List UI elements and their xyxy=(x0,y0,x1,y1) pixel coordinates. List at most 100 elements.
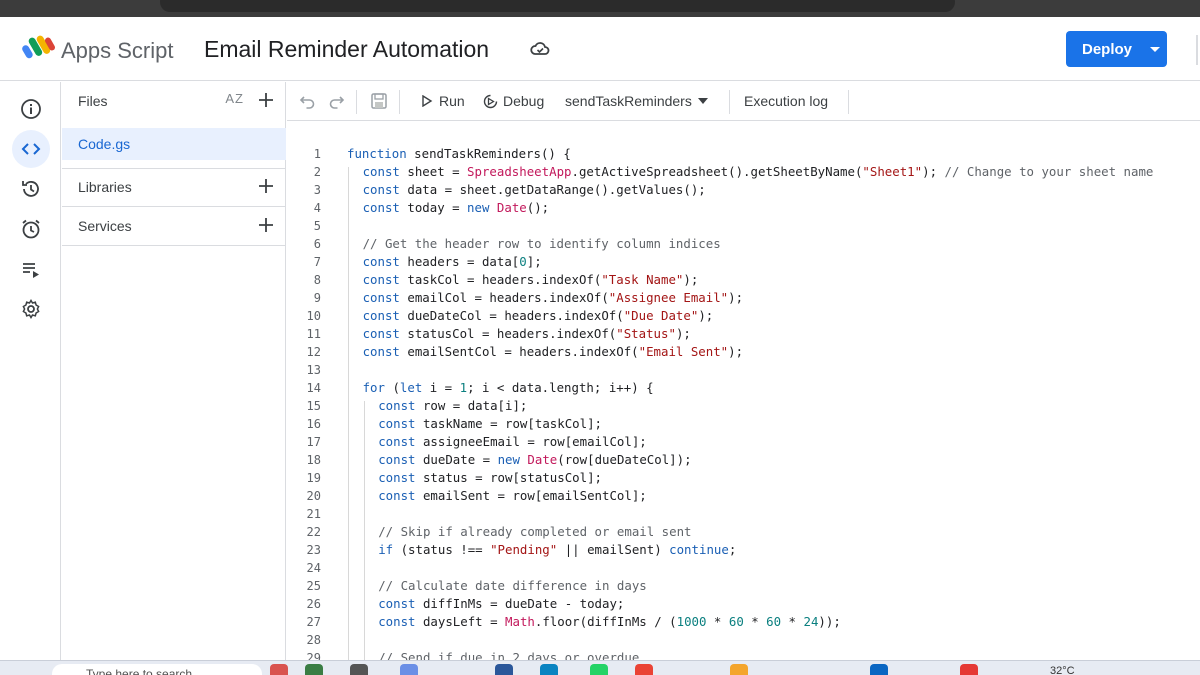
services-row[interactable]: Services xyxy=(62,207,286,245)
code-line[interactable]: 26 const diffInMs = dueDate - today; xyxy=(287,595,1200,613)
rail-editor-button[interactable] xyxy=(12,130,50,168)
add-service-plus-icon[interactable] xyxy=(256,215,276,235)
line-number: 17 xyxy=(306,435,321,449)
line-number: 20 xyxy=(306,489,321,503)
code-text: // Send if due in 2 days or overdue xyxy=(378,650,640,660)
add-file-plus-icon[interactable] xyxy=(256,90,276,110)
code-line[interactable]: 3 const data = sheet.getDataRange().getVa… xyxy=(287,181,1200,199)
code-text: const daysLeft = Math.floor(diffInMs / (… xyxy=(378,614,841,629)
code-line[interactable]: 6 // Get the header row to identify colum… xyxy=(287,235,1200,253)
function-select[interactable]: sendTaskReminders xyxy=(565,93,708,109)
taskbar-app-icon[interactable] xyxy=(540,664,558,675)
code-line[interactable]: 21 xyxy=(287,505,1200,523)
info-icon xyxy=(21,99,41,119)
toolbar-divider xyxy=(848,90,849,114)
files-panel: Files AZ Code.gs Libraries Services xyxy=(62,82,286,660)
code-text: const assigneeEmail = row[emailCol]; xyxy=(378,434,647,449)
code-line[interactable]: 25 // Calculate date difference in days xyxy=(287,577,1200,595)
execution-log-button[interactable]: Execution log xyxy=(744,93,828,109)
code-line[interactable]: 1 function sendTaskReminders() { xyxy=(287,145,1200,163)
code-line[interactable]: 20 const emailSent = row[emailSentCol]; xyxy=(287,487,1200,505)
code-line[interactable]: 2 const sheet = SpreadsheetApp.getActiveS… xyxy=(287,163,1200,181)
taskbar-search-input[interactable]: Type here to search xyxy=(52,664,262,675)
code-text: const statusCol = headers.indexOf("Statu… xyxy=(362,326,691,341)
code-line[interactable]: 4 const today = new Date(); xyxy=(287,199,1200,217)
rail-executions-list-button[interactable] xyxy=(12,250,50,288)
save-icon[interactable] xyxy=(370,92,388,110)
code-text: const taskName = row[taskCol]; xyxy=(378,416,602,431)
redo-icon[interactable] xyxy=(327,92,345,110)
code-text: const taskCol = headers.indexOf("Task Na… xyxy=(362,272,699,287)
code-line[interactable]: 8 const taskCol = headers.indexOf("Task N… xyxy=(287,271,1200,289)
taskbar-app-icon[interactable] xyxy=(730,664,748,675)
file-item-code-gs[interactable]: Code.gs xyxy=(62,128,286,160)
code-line[interactable]: 11 const statusCol = headers.indexOf("Sta… xyxy=(287,325,1200,343)
code-line[interactable]: 13 xyxy=(287,361,1200,379)
files-header: Files AZ xyxy=(62,82,286,120)
taskbar-app-icon[interactable] xyxy=(270,664,288,675)
code-editor[interactable]: 1 function sendTaskReminders() {2 const sh… xyxy=(287,122,1200,660)
taskbar-app-icon[interactable] xyxy=(960,664,978,675)
taskbar-app-icon[interactable] xyxy=(350,664,368,675)
code-line[interactable]: 18 const dueDate = new Date(row[dueDateCo… xyxy=(287,451,1200,469)
code-line[interactable]: 9 const emailCol = headers.indexOf("Assig… xyxy=(287,289,1200,307)
rail-settings-button[interactable] xyxy=(12,290,50,328)
code-text: // Calculate date difference in days xyxy=(378,578,647,593)
code-line[interactable]: 5 xyxy=(287,217,1200,235)
line-number: 28 xyxy=(306,633,321,647)
libraries-row[interactable]: Libraries xyxy=(62,168,286,206)
taskbar-app-icon[interactable] xyxy=(870,664,888,675)
browser-chrome xyxy=(0,0,1200,17)
code-text: const dueDateCol = headers.indexOf("Due … xyxy=(362,308,714,323)
code-text: // Get the header row to identify column… xyxy=(362,236,721,251)
run-button[interactable]: Run xyxy=(421,93,465,109)
line-number: 29 xyxy=(306,651,321,660)
deploy-button-label: Deploy xyxy=(1082,40,1133,58)
code-line[interactable]: 28 xyxy=(287,631,1200,649)
rail-triggers-button[interactable] xyxy=(12,210,50,248)
sort-files-button[interactable]: AZ xyxy=(225,91,244,106)
code-text: // Skip if already completed or email se… xyxy=(378,524,692,539)
code-line[interactable]: 29 // Send if due in 2 days or overdue xyxy=(287,649,1200,660)
debug-button[interactable]: Debug xyxy=(483,93,544,109)
project-title[interactable]: Email Reminder Automation xyxy=(204,36,489,63)
code-line[interactable]: 12 const emailSentCol = headers.indexOf("… xyxy=(287,343,1200,361)
code-line[interactable]: 23 if (status !== "Pending" || emailSent)… xyxy=(287,541,1200,559)
code-text: const headers = data[0]; xyxy=(362,254,542,269)
code-line[interactable]: 22 // Skip if already completed or email … xyxy=(287,523,1200,541)
taskbar-app-icon[interactable] xyxy=(590,664,608,675)
code-line[interactable]: 16 const taskName = row[taskCol]; xyxy=(287,415,1200,433)
code-line[interactable]: 24 xyxy=(287,559,1200,577)
taskbar-app-icon[interactable] xyxy=(495,664,513,675)
rail-executions-button[interactable] xyxy=(12,170,50,208)
app-header: Apps Script Email Reminder Automation De… xyxy=(0,17,1200,81)
cloud-saved-icon xyxy=(530,42,550,55)
code-line[interactable]: 17 const assigneeEmail = row[emailCol]; xyxy=(287,433,1200,451)
rail-overview-button[interactable] xyxy=(12,90,50,128)
list-play-icon xyxy=(23,263,39,278)
code-line[interactable]: 19 const status = row[statusCol]; xyxy=(287,469,1200,487)
address-bar[interactable] xyxy=(160,0,955,12)
brand-name[interactable]: Apps Script xyxy=(61,38,174,64)
taskbar-app-icon[interactable] xyxy=(635,664,653,675)
line-number: 18 xyxy=(306,453,321,467)
left-nav-rail xyxy=(0,82,61,660)
taskbar-app-icon[interactable] xyxy=(400,664,418,675)
code-line[interactable]: 27 const daysLeft = Math.floor(diffInMs /… xyxy=(287,613,1200,631)
taskbar-app-icon[interactable] xyxy=(305,664,323,675)
code-line[interactable]: 10 const dueDateCol = headers.indexOf("Du… xyxy=(287,307,1200,325)
code-line[interactable]: 15 const row = data[i]; xyxy=(287,397,1200,415)
dropdown-triangle-icon xyxy=(697,98,708,104)
deploy-button[interactable]: Deploy xyxy=(1066,31,1167,67)
code-line[interactable]: 7 const headers = data[0]; xyxy=(287,253,1200,271)
line-number: 2 xyxy=(313,165,321,179)
code-line[interactable]: 14 for (let i = 1; i < data.length; i++) … xyxy=(287,379,1200,397)
weather-temperature: 32°C xyxy=(1050,665,1075,675)
code-text: const dueDate = new Date(row[dueDateCol]… xyxy=(378,452,692,467)
add-library-plus-icon[interactable] xyxy=(256,176,276,196)
toolbar-divider xyxy=(729,90,730,114)
undo-icon[interactable] xyxy=(299,92,317,110)
code-text: const row = data[i]; xyxy=(378,398,528,413)
line-number: 11 xyxy=(306,327,321,341)
editor-toolbar: Run Debug sendTaskReminders Execution lo… xyxy=(287,82,1200,121)
